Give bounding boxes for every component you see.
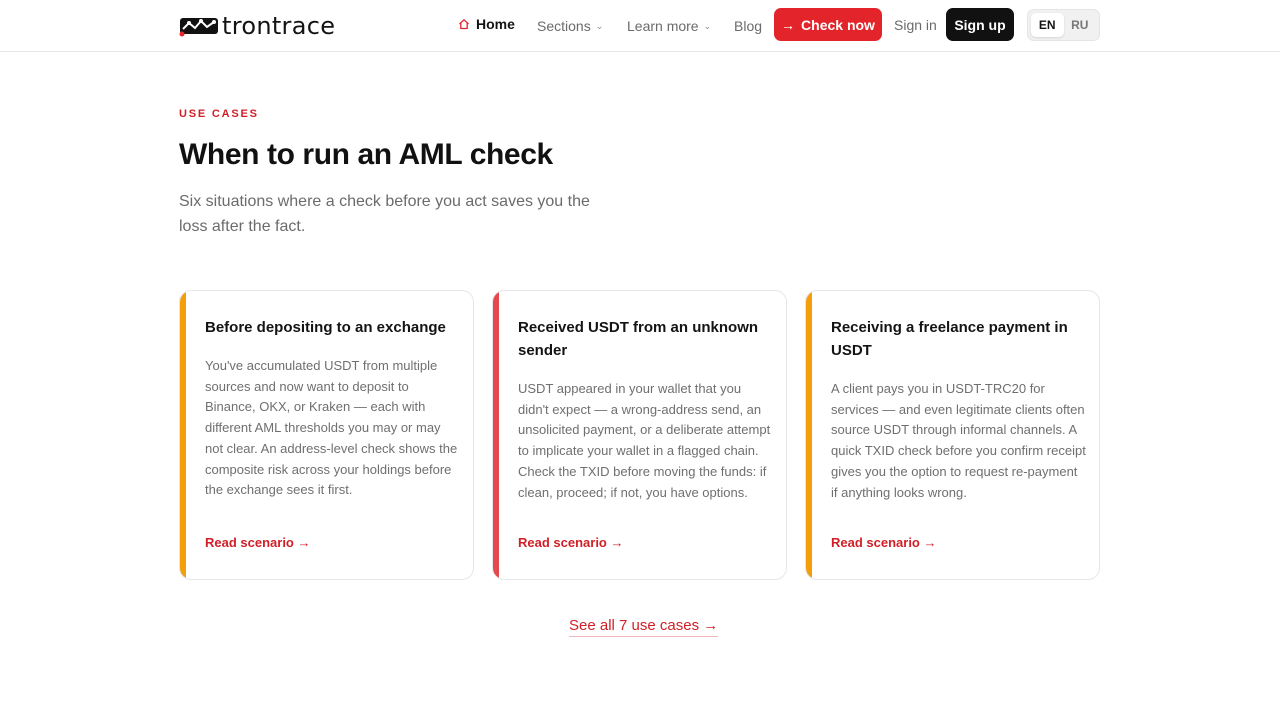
- nav-blog[interactable]: Blog: [734, 0, 762, 52]
- use-case-card: Received USDT from an unknown sender USD…: [492, 290, 787, 580]
- read-scenario-link[interactable]: Read scenario →: [518, 535, 624, 550]
- section-subtitle: Six situations where a check before you …: [179, 193, 590, 235]
- language-switcher: EN RU: [1027, 9, 1100, 41]
- card-title: Received USDT from an unknown sender: [518, 319, 759, 359]
- nav-sections-label: Sections: [537, 18, 591, 34]
- card-title: Before depositing to an exchange: [205, 319, 446, 336]
- nav-blog-label: Blog: [734, 18, 763, 34]
- nav-learn-more-label: Learn more: [627, 18, 699, 34]
- nav-sections[interactable]: Sections ⌄: [537, 0, 603, 52]
- nav-home-label: Home: [476, 16, 515, 32]
- site-header: trontrace Home Sections ⌄ Learn more ⌄ B…: [0, 0, 1280, 52]
- card-accent-bar: [180, 291, 186, 579]
- logo[interactable]: trontrace: [179, 12, 335, 40]
- section-eyebrow: USE CASES: [179, 108, 259, 120]
- nav-learn-more[interactable]: Learn more ⌄: [627, 0, 711, 52]
- card-body: A client pays you in USDT-TRC20 for serv…: [831, 381, 1086, 500]
- lang-option-ru[interactable]: RU: [1064, 13, 1097, 37]
- lang-option-en[interactable]: EN: [1031, 13, 1064, 37]
- card-title: Receiving a freelance payment in USDT: [831, 319, 1068, 359]
- sign-in-link[interactable]: Sign in: [894, 0, 937, 50]
- see-all-use-cases-link[interactable]: See all 7 use cases →: [569, 617, 719, 637]
- arrow-right-icon: →: [781, 16, 796, 33]
- sign-up-button[interactable]: Sign up: [946, 8, 1014, 41]
- read-scenario-link[interactable]: Read scenario →: [205, 535, 311, 550]
- nav-home[interactable]: Home: [458, 0, 515, 50]
- section-title: When to run an AML check: [179, 138, 553, 171]
- use-case-card: Before depositing to an exchange You've …: [179, 290, 474, 580]
- chevron-down-icon: ⌄: [595, 20, 604, 31]
- chevron-down-icon: ⌄: [703, 20, 712, 31]
- read-scenario-link[interactable]: Read scenario →: [831, 535, 937, 550]
- card-accent-bar: [806, 291, 812, 579]
- card-accent-bar: [493, 291, 499, 579]
- use-case-card: Receiving a freelance payment in USDT A …: [805, 290, 1100, 580]
- logo-mark-icon: [179, 18, 218, 37]
- logo-text: trontrace: [222, 12, 336, 40]
- check-now-button[interactable]: → Check now: [774, 8, 882, 41]
- card-body: USDT appeared in your wallet that you di…: [518, 381, 771, 500]
- check-now-label: Check now: [801, 16, 875, 33]
- home-icon: [459, 19, 469, 30]
- card-body: You've accumulated USDT from multiple so…: [205, 358, 458, 498]
